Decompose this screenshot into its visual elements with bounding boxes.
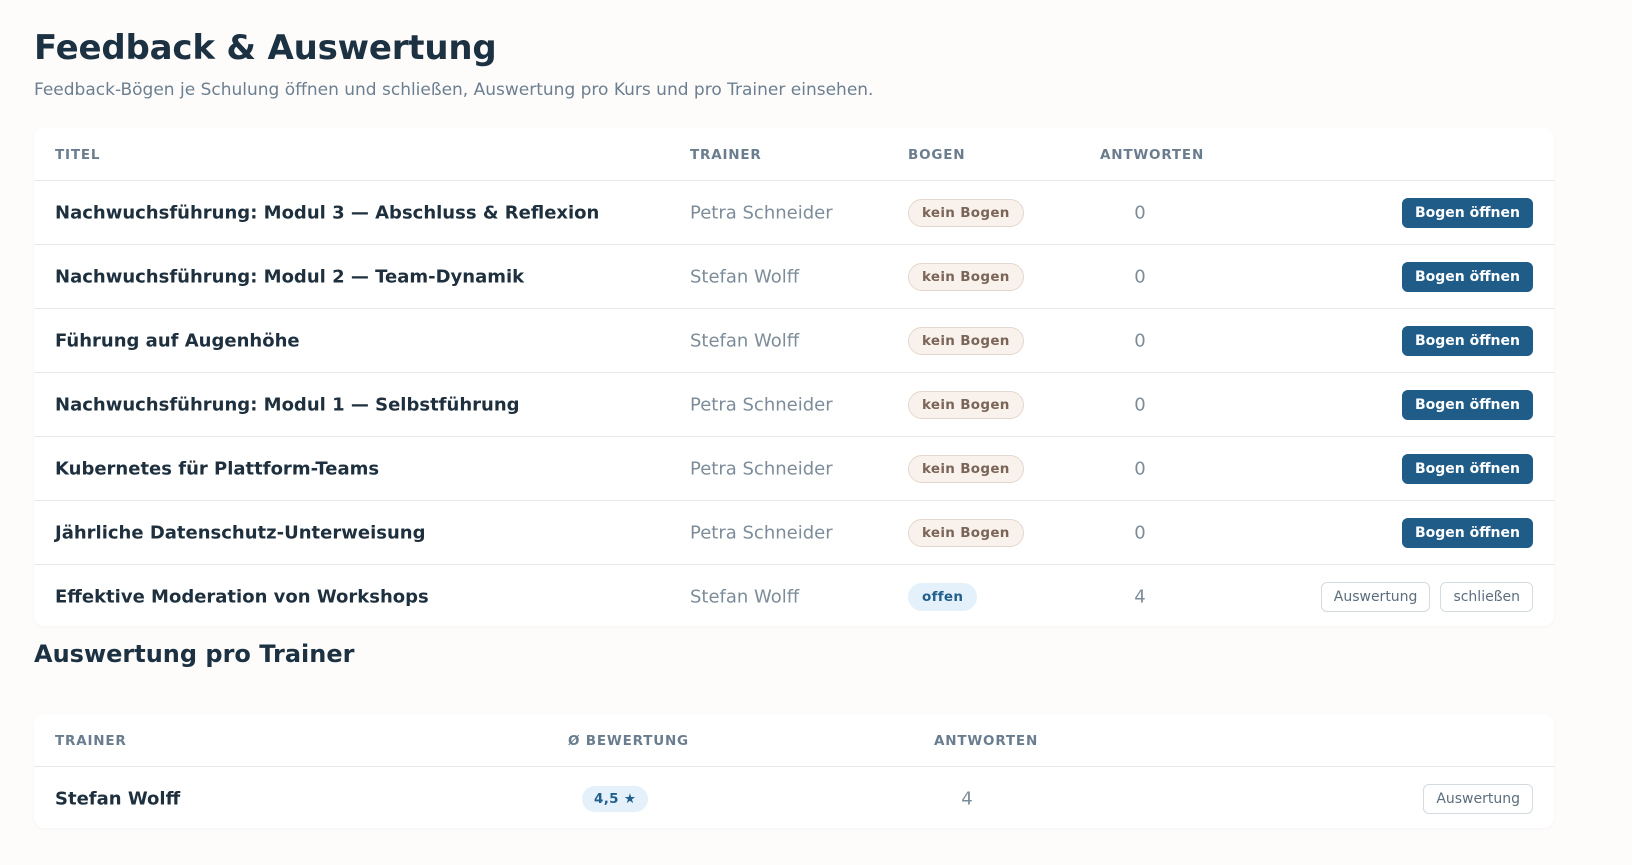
status-badge: kein Bogen (908, 326, 1024, 355)
column-header-trainer: TRAINER (55, 733, 127, 749)
page-subtitle: Feedback-Bögen je Schulung öffnen und sc… (34, 80, 874, 100)
column-header-answers: ANTWORTEN (934, 733, 1039, 749)
open-form-button[interactable]: Bogen öffnen (1401, 197, 1533, 228)
answer-count: 0 (1134, 458, 1146, 479)
answer-count: 0 (1134, 202, 1146, 223)
open-form-button[interactable]: Bogen öffnen (1401, 517, 1533, 548)
answer-count: 0 (1134, 522, 1146, 543)
course-title: Nachwuchsführung: Modul 3 — Abschluss & … (55, 202, 600, 223)
open-form-button[interactable]: Bogen öffnen (1401, 453, 1533, 484)
answer-count: 0 (1134, 266, 1146, 287)
answer-count: 4 (1134, 586, 1146, 607)
trainer-table-header: TRAINER Ø BEWERTUNG ANTWORTEN (34, 714, 1554, 767)
course-title: Kubernetes für Plattform-Teams (55, 458, 380, 479)
course-title: Führung auf Augenhöhe (55, 330, 300, 351)
rating-badge: 4,5 ★ (582, 785, 649, 812)
table-row: Führung auf Augenhöhe Stefan Wolff kein … (34, 309, 1554, 373)
course-trainer: Stefan Wolff (690, 586, 800, 607)
answer-count: 0 (1134, 394, 1146, 415)
open-form-button[interactable]: Bogen öffnen (1401, 389, 1533, 420)
column-header-answers: ANTWORTEN (1100, 147, 1205, 163)
course-trainer: Petra Schneider (690, 202, 833, 223)
status-badge: offen (908, 582, 978, 611)
courses-table: TITEL TRAINER BOGEN ANTWORTEN Nachwuchsf… (34, 128, 1554, 626)
table-row: Kubernetes für Plattform-Teams Petra Sch… (34, 437, 1554, 501)
table-row: Stefan Wolff 4,5 ★ 4 Auswertung (34, 767, 1554, 830)
status-badge: kein Bogen (908, 454, 1024, 483)
status-badge: kein Bogen (908, 198, 1024, 227)
table-row: Nachwuchsführung: Modul 3 — Abschluss & … (34, 181, 1554, 245)
table-row: Effektive Moderation von Workshops Stefa… (34, 565, 1554, 628)
course-trainer: Petra Schneider (690, 522, 833, 543)
status-badge: kein Bogen (908, 262, 1024, 291)
course-trainer: Petra Schneider (690, 458, 833, 479)
table-row: Nachwuchsführung: Modul 2 — Team-Dynamik… (34, 245, 1554, 309)
answer-count: 4 (961, 788, 973, 809)
course-title: Effektive Moderation von Workshops (55, 586, 429, 607)
column-header-trainer: TRAINER (690, 147, 762, 163)
status-badge: kein Bogen (908, 390, 1024, 419)
column-header-rating: Ø BEWERTUNG (568, 733, 689, 749)
answer-count: 0 (1134, 330, 1146, 351)
course-trainer: Stefan Wolff (690, 266, 800, 287)
trainer-evaluation-button[interactable]: Auswertung (1423, 783, 1533, 814)
table-row: Nachwuchsführung: Modul 1 — Selbstführun… (34, 373, 1554, 437)
table-row: Jährliche Datenschutz-Unterweisung Petra… (34, 501, 1554, 565)
column-header-bogen: BOGEN (908, 147, 966, 163)
evaluation-button[interactable]: Auswertung (1320, 581, 1431, 612)
section-title-trainer-evaluation: Auswertung pro Trainer (34, 640, 355, 668)
course-trainer: Petra Schneider (690, 394, 833, 415)
course-title: Jährliche Datenschutz-Unterweisung (55, 522, 426, 543)
course-title: Nachwuchsführung: Modul 1 — Selbstführun… (55, 394, 520, 415)
column-header-title: TITEL (55, 147, 101, 163)
trainer-evaluation-table: TRAINER Ø BEWERTUNG ANTWORTEN Stefan Wol… (34, 714, 1554, 828)
course-trainer: Stefan Wolff (690, 330, 800, 351)
courses-table-header: TITEL TRAINER BOGEN ANTWORTEN (34, 128, 1554, 181)
open-form-button[interactable]: Bogen öffnen (1401, 261, 1533, 292)
course-title: Nachwuchsführung: Modul 2 — Team-Dynamik (55, 266, 525, 287)
trainer-name: Stefan Wolff (55, 788, 181, 809)
page-title: Feedback & Auswertung (34, 28, 497, 68)
close-form-button[interactable]: schließen (1440, 581, 1533, 612)
open-form-button[interactable]: Bogen öffnen (1401, 325, 1533, 356)
status-badge: kein Bogen (908, 518, 1024, 547)
